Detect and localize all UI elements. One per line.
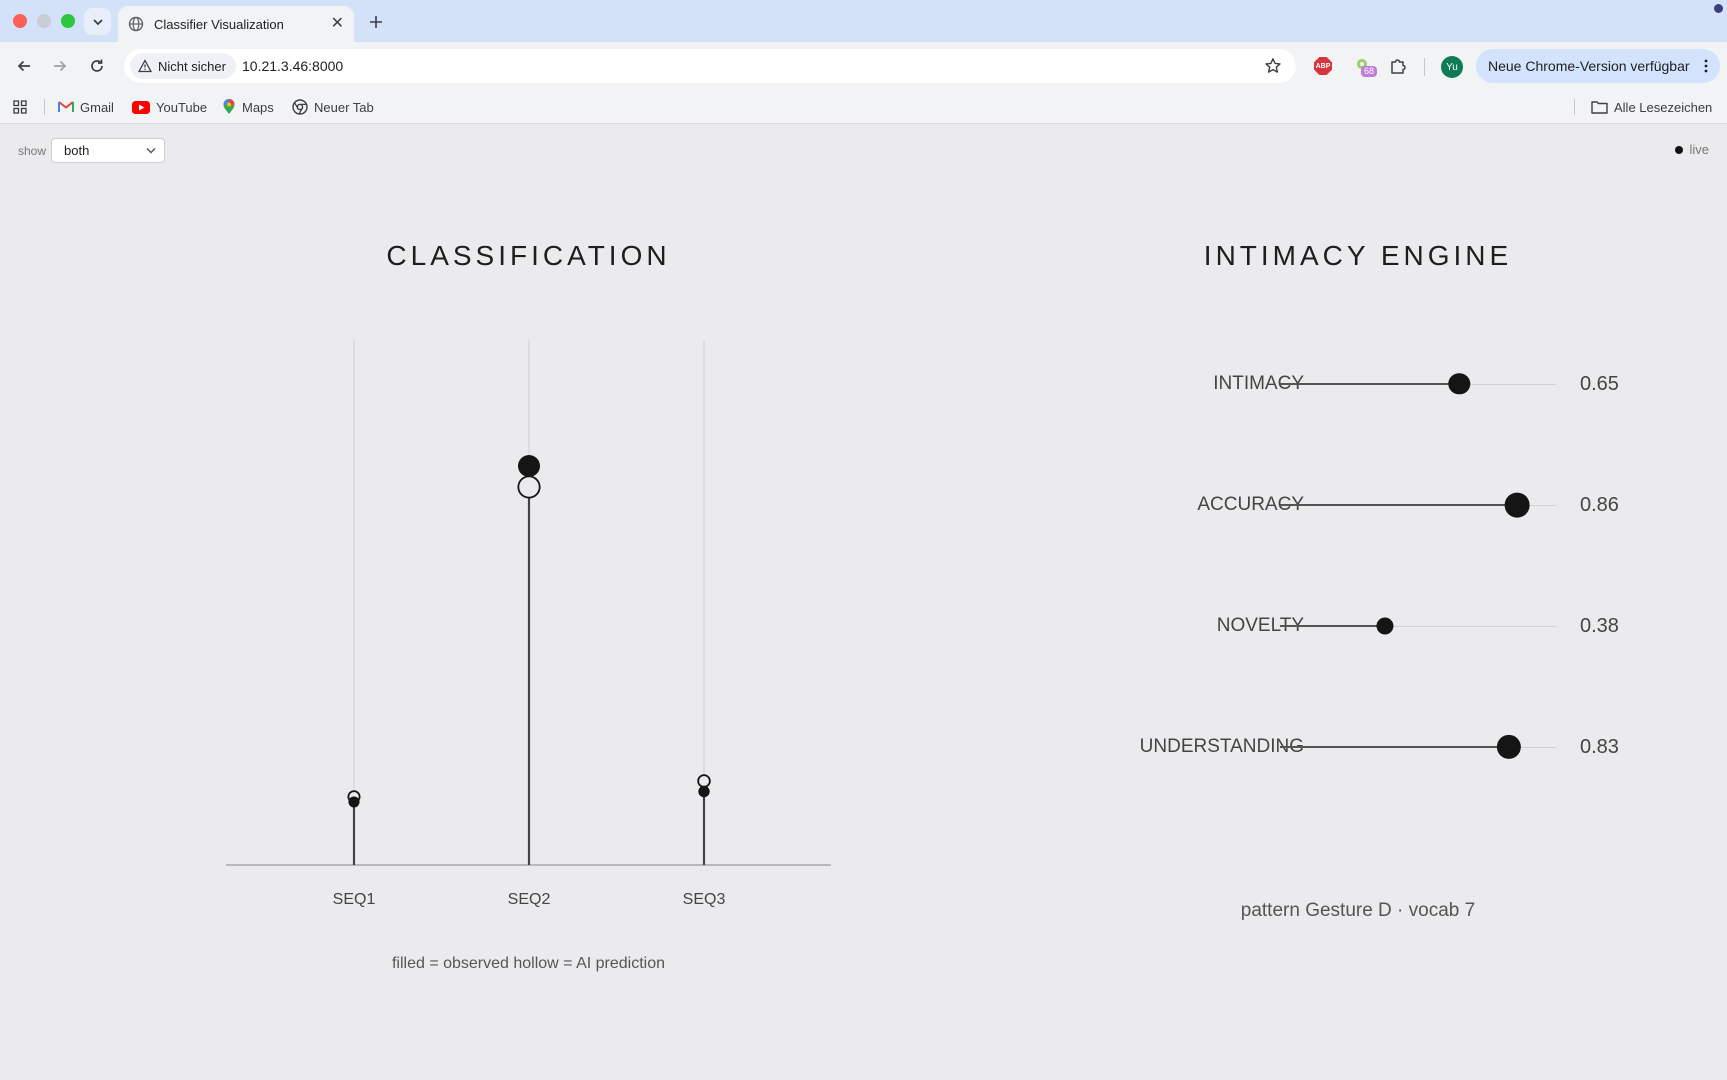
slider-accuracy[interactable]: ACCURACY 0.86 xyxy=(1040,485,1680,525)
new-tab-button[interactable] xyxy=(364,10,388,34)
chart-caption: filled = observed hollow = AI prediction xyxy=(391,955,666,972)
bookmark-maps[interactable]: Maps xyxy=(222,90,274,124)
category-label: SEQ1 xyxy=(333,891,376,908)
close-tab-icon[interactable]: ✕ xyxy=(331,16,344,32)
bookmark-star-button[interactable] xyxy=(1264,57,1282,80)
more-vert-icon xyxy=(1704,59,1708,73)
gmail-icon xyxy=(58,101,74,112)
maps-pin-icon xyxy=(223,99,235,114)
bookmarks-separator xyxy=(44,99,45,115)
plus-icon xyxy=(370,16,382,28)
slider-novelty[interactable]: NOVELTY 0.38 xyxy=(1040,606,1680,646)
apps-grid-icon xyxy=(13,100,27,114)
extensions-button[interactable] xyxy=(1386,54,1410,78)
chevron-down-icon xyxy=(92,18,103,25)
chrome-update-button[interactable]: Neue Chrome-Version verfügbar xyxy=(1476,49,1720,83)
youtube-icon xyxy=(132,100,150,114)
all-bookmarks-label: Alle Lesezeichen xyxy=(1614,99,1713,115)
puzzle-icon xyxy=(1391,59,1406,74)
all-bookmarks-button[interactable]: Alle Lesezeichen xyxy=(1591,90,1712,124)
prediction-point xyxy=(517,475,541,499)
page-content: show both live CLASSIFICATION INTIMACY E… xyxy=(0,124,1727,1080)
slider-value: 0.65 xyxy=(1580,373,1619,395)
update-label: Neue Chrome-Version verfügbar xyxy=(1488,58,1690,74)
security-indicator[interactable]: Nicht sicher xyxy=(130,53,236,79)
adblock-extension-button[interactable]: ABP xyxy=(1311,54,1335,78)
warning-icon xyxy=(138,59,152,73)
live-indicator: live xyxy=(1675,142,1709,157)
bookmark-youtube[interactable]: YouTube xyxy=(132,90,207,124)
slider-fill xyxy=(1280,383,1460,385)
observed-point xyxy=(518,455,540,477)
engine-title: INTIMACY ENGINE xyxy=(1203,240,1513,271)
slider-value: 0.86 xyxy=(1580,494,1619,516)
slider-fill xyxy=(1280,504,1518,506)
slider-value: 0.83 xyxy=(1580,736,1619,758)
bookmark-label: Neuer Tab xyxy=(314,99,374,115)
bookmark-label: YouTube xyxy=(156,99,208,115)
bookmark-label: Gmail xyxy=(80,99,114,115)
tab-search-button[interactable] xyxy=(84,8,111,35)
back-button[interactable] xyxy=(12,54,36,78)
apps-button[interactable] xyxy=(12,90,28,124)
live-dot-icon xyxy=(1675,145,1684,154)
classification-chart: SEQ1 SEQ2 SEQ3 xyxy=(226,340,831,908)
extension-badge: 68 xyxy=(1361,66,1378,77)
extension-with-badge-button[interactable]: 68 xyxy=(1351,54,1378,78)
observed-point xyxy=(698,785,710,798)
globe-icon xyxy=(128,16,144,32)
tab-title: Classifier Visualization xyxy=(154,16,284,32)
browser-toolbar: Nicht sicher 10.21.3.46:8000 ABP 68 Yu N… xyxy=(0,42,1727,90)
address-bar[interactable]: Nicht sicher 10.21.3.46:8000 xyxy=(124,49,1296,83)
browser-titlebar: Classifier Visualization ✕ xyxy=(0,0,1727,42)
pattern-info: pattern Gesture D · vocab 7 xyxy=(1240,900,1476,921)
slider-thumb[interactable] xyxy=(1504,492,1530,518)
slider-track[interactable] xyxy=(1280,373,1556,395)
folder-icon xyxy=(1591,101,1608,114)
slider-fill xyxy=(1280,625,1385,627)
slider-track[interactable] xyxy=(1280,617,1556,635)
slider-track[interactable] xyxy=(1280,734,1556,760)
slider-understanding[interactable]: UNDERSTANDING 0.83 xyxy=(1040,727,1680,767)
category-label: SEQ2 xyxy=(508,891,551,908)
forward-button[interactable] xyxy=(48,54,72,78)
bookmarks-bar: Gmail YouTube Maps Neuer Tab Alle Leseze… xyxy=(0,90,1727,124)
url-text[interactable]: 10.21.3.46:8000 xyxy=(242,49,343,83)
slider-fill xyxy=(1280,746,1510,748)
bookmark-label: Maps xyxy=(242,99,274,115)
bookmarks-separator xyxy=(1574,99,1575,115)
close-window-button[interactable] xyxy=(13,14,27,28)
profile-avatar[interactable]: Yu xyxy=(1441,56,1463,78)
reload-button[interactable] xyxy=(85,54,109,78)
slider-thumb[interactable] xyxy=(1376,617,1394,635)
slider-track[interactable] xyxy=(1280,492,1556,518)
arrow-right-icon xyxy=(54,60,67,72)
adblock-icon: ABP xyxy=(1314,57,1332,75)
minimize-window-button[interactable] xyxy=(37,14,51,28)
window-indicator-dot xyxy=(1714,4,1723,13)
browser-tab[interactable]: Classifier Visualization ✕ xyxy=(118,6,354,42)
slider-value: 0.38 xyxy=(1580,615,1619,637)
observed-point xyxy=(348,796,360,808)
slider-thumb[interactable] xyxy=(1496,734,1522,760)
chrome-icon xyxy=(292,99,308,115)
security-label: Nicht sicher xyxy=(158,58,226,74)
live-label: live xyxy=(1689,142,1709,157)
bookmark-neuer-tab[interactable]: Neuer Tab xyxy=(292,90,374,124)
bookmark-gmail[interactable]: Gmail xyxy=(58,90,114,124)
slider-thumb[interactable] xyxy=(1448,373,1471,395)
toolbar-separator xyxy=(1424,58,1425,76)
arrow-left-icon xyxy=(17,60,30,72)
reload-icon xyxy=(91,59,103,72)
slider-intimacy[interactable]: INTIMACY 0.65 xyxy=(1040,364,1680,404)
prediction-point xyxy=(697,774,711,788)
category-label: SEQ3 xyxy=(683,891,726,908)
maximize-window-button[interactable] xyxy=(61,14,75,28)
star-icon xyxy=(1265,58,1281,73)
